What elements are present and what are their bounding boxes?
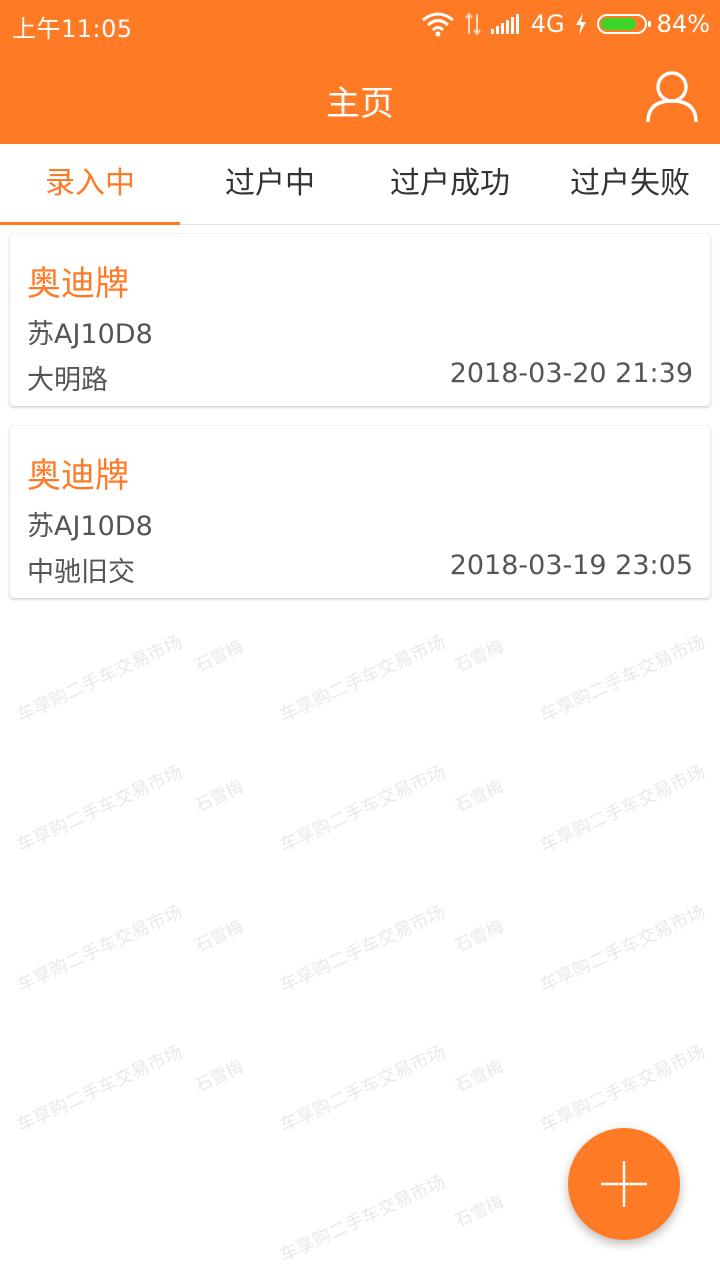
watermark-name: 石雪梅 <box>452 776 507 817</box>
watermark-text: 车享购二手车交易市场 <box>13 901 186 997</box>
watermark-text: 车享购二手车交易市场 <box>536 631 709 727</box>
record-card[interactable]: 奥迪牌 苏AJ10D8 大明路 2018-03-20 21:39 <box>10 234 710 406</box>
page-title: 主页 <box>326 84 394 124</box>
battery-icon <box>596 14 651 34</box>
add-record-button[interactable] <box>568 1128 680 1240</box>
watermark-text: 车享购二手车交易市场 <box>13 1041 186 1137</box>
battery-fill <box>600 18 636 30</box>
watermark-text: 车享购二手车交易市场 <box>13 631 186 727</box>
watermark-name: 石雪梅 <box>452 1191 507 1232</box>
user-icon <box>646 71 698 123</box>
watermark-text: 车享购二手车交易市场 <box>536 901 709 997</box>
battery-tip <box>647 21 651 27</box>
watermark-name: 石雪梅 <box>192 636 247 677</box>
watermark-text: 车享购二手车交易市场 <box>276 761 449 857</box>
watermark-name: 石雪梅 <box>192 916 247 957</box>
record-location: 大明路 <box>27 365 108 396</box>
status-tabs: 录入中 过户中 过户成功 过户失败 <box>0 144 720 225</box>
status-icons: 4G 84% <box>421 8 710 40</box>
status-bar: 上午11:05 4G 84% <box>0 0 720 48</box>
network-type: 4G <box>530 10 565 38</box>
battery-percent: 84% <box>656 10 710 38</box>
signal-icon <box>490 13 521 35</box>
watermark-text: 车享购二手车交易市场 <box>13 761 186 857</box>
record-time: 2018-03-20 21:39 <box>449 358 693 389</box>
record-list: 奥迪牌 苏AJ10D8 大明路 2018-03-20 21:39 奥迪牌 苏AJ… <box>10 234 710 618</box>
vehicle-brand: 奥迪牌 <box>27 456 129 496</box>
watermark-text: 车享购二手车交易市场 <box>276 1171 449 1267</box>
record-card[interactable]: 奥迪牌 苏AJ10D8 中驰旧交 2018-03-19 23:05 <box>10 426 710 598</box>
tab-transfer-failed[interactable]: 过户失败 <box>540 144 720 224</box>
vehicle-brand: 奥迪牌 <box>27 264 129 304</box>
watermark-name: 石雪梅 <box>452 916 507 957</box>
tab-transfer-success[interactable]: 过户成功 <box>360 144 540 224</box>
watermark-text: 车享购二手车交易市场 <box>276 901 449 997</box>
plus-icon <box>601 1161 647 1207</box>
data-transfer-icon <box>464 12 481 36</box>
watermark-text: 车享购二手车交易市场 <box>536 761 709 857</box>
app-screen: 上午11:05 4G 84% 主页 录入中 过户中 过户成功 过户失败 车享购二… <box>0 0 720 1280</box>
charging-icon <box>575 13 587 35</box>
license-plate: 苏AJ10D8 <box>27 511 153 542</box>
tab-transferring[interactable]: 过户中 <box>180 144 360 224</box>
record-location: 中驰旧交 <box>27 557 135 588</box>
watermark-text: 车享购二手车交易市场 <box>276 1041 449 1137</box>
record-time: 2018-03-19 23:05 <box>449 550 693 581</box>
app-header: 主页 <box>0 48 720 144</box>
user-profile-button[interactable] <box>644 68 700 124</box>
wifi-icon <box>421 11 455 37</box>
watermark-text: 车享购二手车交易市场 <box>536 1041 709 1137</box>
watermark-name: 石雪梅 <box>192 776 247 817</box>
watermark-name: 石雪梅 <box>452 636 507 677</box>
watermark-name: 石雪梅 <box>192 1056 247 1097</box>
watermark-name: 石雪梅 <box>452 1056 507 1097</box>
license-plate: 苏AJ10D8 <box>27 319 153 350</box>
tab-entering[interactable]: 录入中 <box>0 144 180 225</box>
status-time: 上午11:05 <box>12 15 133 43</box>
watermark-text: 车享购二手车交易市场 <box>276 631 449 727</box>
